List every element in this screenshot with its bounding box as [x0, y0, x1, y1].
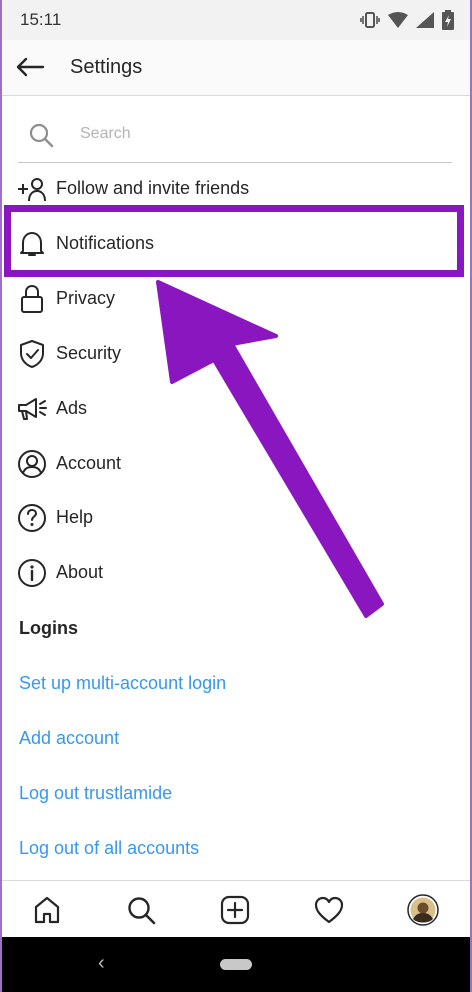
menu-item-label: Ads: [56, 398, 88, 418]
log-out-all-link[interactable]: Log out of all accounts: [19, 838, 199, 859]
tab-activity[interactable]: [312, 893, 346, 927]
help-circle-icon: [16, 503, 48, 533]
bottom-tab-bar: [0, 880, 472, 938]
page-title: Settings: [70, 56, 143, 78]
menu-item-label: Account: [56, 453, 122, 473]
status-time: 15:11: [20, 10, 62, 29]
nav-back-icon[interactable]: ‹: [98, 952, 105, 975]
user-circle-icon: [16, 449, 48, 479]
log-out-user-link[interactable]: Log out trustlamide: [19, 783, 172, 804]
home-icon: [34, 896, 60, 924]
logins-section-title: Logins: [19, 618, 78, 638]
menu-item-account[interactable]: Account: [0, 437, 472, 491]
bell-icon: [16, 229, 48, 259]
menu-item-label: Privacy: [56, 288, 116, 308]
nav-home-pill[interactable]: [220, 959, 252, 970]
app-header: Settings: [0, 40, 472, 96]
system-nav-bar: ‹: [0, 937, 472, 992]
search-icon: [128, 897, 156, 925]
search-input[interactable]: [78, 124, 442, 144]
menu-item-label: Follow and invite friends: [56, 178, 250, 198]
vibrate-icon: [360, 12, 380, 28]
menu-item-ads[interactable]: Ads: [0, 382, 472, 436]
lock-icon: [16, 284, 48, 314]
tab-home[interactable]: [30, 893, 64, 927]
multi-account-login-link[interactable]: Set up multi-account login: [19, 673, 226, 694]
menu-item-help[interactable]: Help: [0, 491, 472, 545]
back-arrow-icon: [16, 57, 45, 77]
signal-icon: [416, 12, 434, 28]
add-account-link[interactable]: Add account: [19, 728, 119, 749]
tab-profile[interactable]: [406, 893, 440, 927]
megaphone-icon: [16, 394, 48, 424]
search-icon: [29, 123, 54, 148]
profile-avatar: [407, 894, 439, 926]
tab-search[interactable]: [124, 893, 158, 927]
menu-item-security[interactable]: Security: [0, 327, 472, 381]
wifi-icon: [388, 12, 408, 28]
menu-item-notifications[interactable]: Notifications: [0, 217, 472, 271]
add-person-icon: [16, 174, 48, 204]
menu-item-label: About: [56, 562, 104, 582]
back-button[interactable]: [12, 50, 48, 84]
status-icons: [360, 10, 454, 30]
menu-item-label: Notifications: [56, 233, 155, 253]
menu-item-about[interactable]: About: [0, 546, 472, 600]
menu-item-follow-invite[interactable]: Follow and invite friends: [0, 162, 472, 216]
status-bar: 15:11: [0, 0, 472, 40]
info-circle-icon: [16, 558, 48, 588]
tab-add-post[interactable]: [218, 893, 252, 927]
heart-icon: [314, 896, 344, 924]
add-post-icon: [220, 895, 250, 925]
shield-icon: [16, 339, 48, 369]
menu-item-label: Help: [56, 507, 94, 527]
search-bar[interactable]: [18, 112, 452, 163]
menu-item-label: Security: [56, 343, 122, 363]
menu-item-privacy[interactable]: Privacy: [0, 272, 472, 326]
battery-icon: [442, 10, 454, 30]
